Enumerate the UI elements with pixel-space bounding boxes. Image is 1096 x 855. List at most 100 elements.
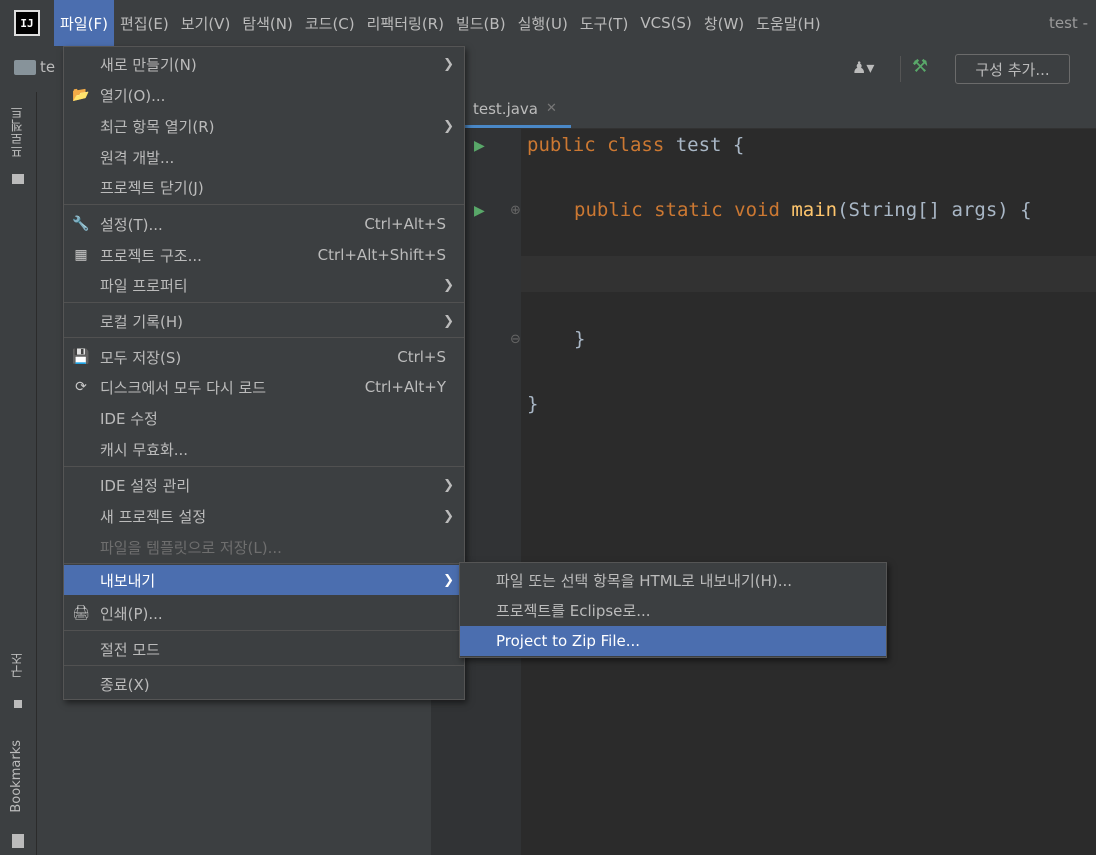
- menu-item-label: 새 프로젝트 설정: [100, 507, 207, 526]
- method-name: main: [791, 199, 838, 221]
- menu-item-label: 최근 항목 열기(R): [100, 117, 215, 136]
- menu-item-remote-dev[interactable]: 원격 개발...: [64, 142, 464, 172]
- menu-file[interactable]: 파일(F): [54, 0, 114, 46]
- chevron-right-icon: ❯: [443, 56, 454, 72]
- build-hammer-icon[interactable]: ⚒: [912, 56, 928, 77]
- bookmark-icon: [12, 834, 24, 848]
- user-dropdown-icon[interactable]: ♟▾: [852, 58, 874, 77]
- folder-icon: [14, 59, 36, 75]
- menu-run[interactable]: 실행(U): [512, 0, 574, 46]
- menu-code[interactable]: 코드(C): [299, 0, 361, 46]
- export-submenu: 파일 또는 선택 항목을 HTML로 내보내기(H)... 프로젝트를 Ecli…: [459, 562, 887, 658]
- menu-item-label: 새로 만들기(N): [100, 55, 197, 74]
- menu-item-label: 절전 모드: [100, 640, 160, 659]
- menu-item-power-save[interactable]: 절전 모드: [64, 634, 464, 664]
- menu-item-invalidate-caches[interactable]: 캐시 무효화...: [64, 434, 464, 464]
- menu-item-label: 로컬 기록(H): [100, 312, 183, 331]
- menu-navigate[interactable]: 탐색(N): [236, 0, 299, 46]
- submenu-item-project-to-zip[interactable]: Project to Zip File...: [460, 626, 886, 656]
- file-menu-dropdown: 새로 만들기(N) ❯ 📂 열기(O)... 최근 항목 열기(R) ❯ 원격 …: [63, 46, 465, 700]
- menu-item-label: Project to Zip File...: [496, 632, 641, 650]
- menu-item-ide-repair[interactable]: IDE 수정: [64, 403, 464, 433]
- toolbar-separator: [900, 56, 901, 82]
- editor-tab-bar: test.java ✕: [431, 92, 1096, 129]
- menu-item-label: IDE 수정: [100, 409, 158, 428]
- menu-item-label: 프로젝트 구조...: [100, 246, 202, 265]
- menu-item-print[interactable]: 🖨 인쇄(P)...: [64, 598, 464, 628]
- chevron-right-icon: ❯: [443, 313, 454, 329]
- menu-item-settings[interactable]: 🔧 설정(T)... Ctrl+Alt+S: [64, 209, 464, 239]
- submenu-item-export-eclipse[interactable]: 프로젝트를 Eclipse로...: [460, 595, 886, 625]
- project-breadcrumb-label: te: [40, 58, 56, 76]
- fold-icon[interactable]: ⊖: [510, 332, 521, 347]
- close-icon[interactable]: ✕: [546, 101, 557, 116]
- menu-item-export[interactable]: 내보내기 ❯: [64, 565, 464, 595]
- code-line-closing-method: }: [574, 328, 586, 350]
- menu-item-project-structure[interactable]: ▦ 프로젝트 구조... Ctrl+Alt+Shift+S: [64, 240, 464, 270]
- menu-separator: [64, 466, 464, 467]
- bookmarks-tool-tab[interactable]: Bookmarks: [9, 740, 24, 813]
- menu-item-label: 모두 저장(S): [100, 348, 182, 367]
- menu-item-reload-all[interactable]: ⟳ 디스크에서 모두 다시 로드 Ctrl+Alt+Y: [64, 372, 464, 402]
- submenu-item-export-html[interactable]: 파일 또는 선택 항목을 HTML로 내보내기(H)...: [460, 565, 886, 595]
- menu-item-label: 열기(O)...: [100, 86, 166, 105]
- menu-item-file-properties[interactable]: 파일 프로퍼티 ❯: [64, 270, 464, 300]
- menu-item-label: 프로젝트 닫기(J): [100, 178, 204, 197]
- menu-tools[interactable]: 도구(T): [574, 0, 634, 46]
- run-class-icon[interactable]: ▶: [474, 138, 485, 154]
- project-tool-tab[interactable]: 프로젝트: [9, 106, 28, 158]
- menu-item-label: 캐시 무효화...: [100, 440, 189, 459]
- tab-label: test.java: [473, 99, 539, 118]
- menu-view[interactable]: 보기(V): [175, 0, 237, 46]
- menu-item-manage-ide-settings[interactable]: IDE 설정 관리 ❯: [64, 470, 464, 500]
- menu-build[interactable]: 빌드(B): [450, 0, 512, 46]
- code-text: (String[] args) {: [837, 199, 1032, 221]
- printer-icon: 🖨: [72, 605, 90, 621]
- menu-separator: [64, 302, 464, 303]
- structure-tool-tab[interactable]: 구조: [9, 652, 28, 678]
- save-icon: 💾: [72, 349, 90, 365]
- menu-item-close-project[interactable]: 프로젝트 닫기(J): [64, 172, 464, 202]
- intellij-logo-icon: IJ: [14, 10, 40, 36]
- menu-item-exit[interactable]: 종료(X): [64, 669, 464, 699]
- menu-item-new-project-settings[interactable]: 새 프로젝트 설정 ❯: [64, 501, 464, 531]
- menu-item-label: 파일 프로퍼티: [100, 276, 188, 295]
- chevron-right-icon: ❯: [443, 118, 454, 134]
- wrench-icon: 🔧: [72, 216, 90, 232]
- menu-item-recent[interactable]: 최근 항목 열기(R) ❯: [64, 111, 464, 141]
- menu-item-shortcut: Ctrl+S: [397, 348, 446, 366]
- left-tool-stripe: 프로젝트 구조 Bookmarks: [0, 92, 37, 855]
- menu-item-open[interactable]: 📂 열기(O)...: [64, 80, 464, 110]
- menu-edit[interactable]: 편집(E): [114, 0, 175, 46]
- add-configuration-button[interactable]: 구성 추가...: [955, 54, 1070, 84]
- window-title: test -: [1049, 14, 1088, 32]
- menu-refactor[interactable]: 리팩터링(R): [361, 0, 450, 46]
- main-menubar: IJ 파일(F) 편집(E) 보기(V) 탐색(N) 코드(C) 리팩터링(R)…: [0, 0, 1096, 46]
- menu-item-shortcut: Ctrl+Alt+Shift+S: [317, 246, 446, 264]
- run-main-icon[interactable]: ▶: [474, 203, 485, 219]
- menu-help[interactable]: 도움말(H): [750, 0, 826, 46]
- chevron-right-icon: ❯: [443, 277, 454, 293]
- menu-item-label: 디스크에서 모두 다시 로드: [100, 378, 267, 397]
- menu-item-label: 종료(X): [100, 675, 150, 694]
- menu-window[interactable]: 창(W): [698, 0, 750, 46]
- menu-item-new[interactable]: 새로 만들기(N) ❯: [64, 49, 464, 79]
- fold-icon[interactable]: ⊕: [510, 203, 521, 218]
- keyword: public class: [527, 134, 676, 156]
- project-breadcrumb[interactable]: te: [14, 58, 55, 76]
- menu-item-label: 인쇄(P)...: [100, 604, 163, 623]
- menu-item-save-as-template: 파일을 템플릿으로 저장(L)...: [64, 532, 464, 562]
- menu-item-label: 설정(T)...: [100, 215, 163, 234]
- menu-item-label: IDE 설정 관리: [100, 476, 191, 495]
- menu-item-label: 파일 또는 선택 항목을 HTML로 내보내기(H)...: [496, 571, 793, 590]
- menu-item-local-history[interactable]: 로컬 기록(H) ❯: [64, 306, 464, 336]
- menu-vcs[interactable]: VCS(S): [634, 0, 697, 46]
- structure-icon: [14, 700, 22, 708]
- menu-item-save-all[interactable]: 💾 모두 저장(S) Ctrl+S: [64, 342, 464, 372]
- current-line-highlight: [521, 256, 1096, 292]
- menu-separator: [64, 337, 464, 338]
- menu-separator: [64, 204, 464, 205]
- chevron-right-icon: ❯: [443, 508, 454, 524]
- menu-item-label: 파일을 템플릿으로 저장(L)...: [100, 538, 282, 557]
- code-line-closing-class: }: [527, 393, 539, 415]
